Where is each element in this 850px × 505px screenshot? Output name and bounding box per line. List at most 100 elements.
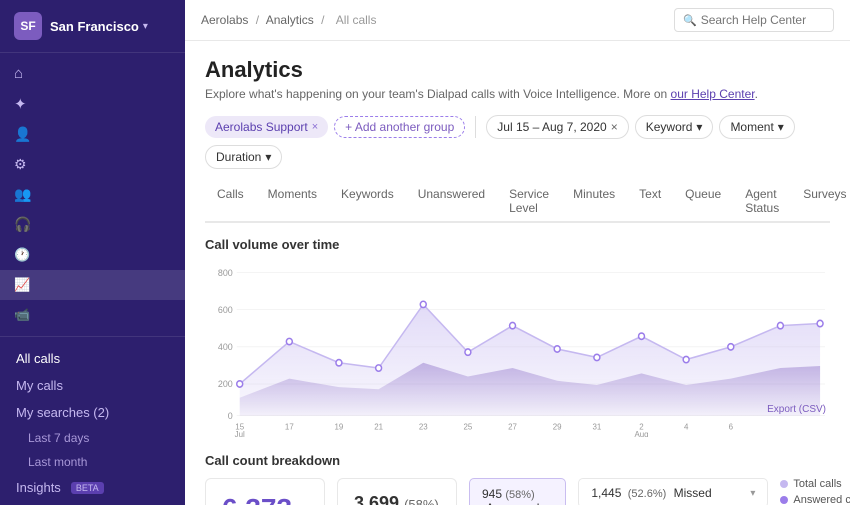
date-range-filter[interactable]: Jul 15 – Aug 7, 2020 × — [486, 115, 628, 139]
chart-dot — [510, 322, 516, 328]
sidebar-item-my-calls[interactable]: My calls — [0, 372, 185, 399]
chart-dot — [465, 349, 471, 355]
legend-dot-total — [780, 480, 788, 488]
tab-unanswered[interactable]: Unanswered — [406, 181, 497, 223]
filter-chip-aerolabs[interactable]: Aerolabs Support × — [205, 116, 328, 138]
breadcrumb-analytics[interactable]: Analytics — [266, 13, 314, 27]
total-calls-card: 6,373 Total Calls — [205, 478, 325, 505]
sidebar-icon-video[interactable]: 📹 — [0, 300, 185, 330]
filter-chip-close[interactable]: × — [312, 121, 318, 133]
sidebar-item-label: All calls — [16, 351, 60, 366]
sidebar-icon-home[interactable]: ⌂ — [0, 59, 185, 89]
answered-item: 945 (58%) Answered — [469, 478, 566, 505]
sidebar-icon-star[interactable]: ✦ — [0, 89, 185, 120]
legend-label-total: Total calls — [793, 478, 841, 490]
sidebar-item-all-calls[interactable]: All calls — [0, 345, 185, 372]
keyword-filter[interactable]: Keyword ▾ — [635, 115, 714, 139]
sidebar-item-insights[interactable]: Insights BETA — [0, 474, 185, 501]
sidebar-icon-group[interactable]: 👥 — [0, 180, 185, 210]
breadcrumb-sep1: / — [256, 13, 259, 27]
svg-text:400: 400 — [218, 342, 233, 352]
svg-text:4: 4 — [684, 422, 689, 431]
chart-dot — [237, 381, 243, 387]
workspace-logo: SF — [14, 12, 42, 40]
svg-text:6: 6 — [729, 422, 734, 431]
answered-number: 945 — [482, 487, 502, 501]
export-button[interactable]: Export (CSV) — [767, 404, 826, 415]
sidebar-nav: All calls My calls My searches (2) Last … — [0, 337, 185, 505]
svg-text:27: 27 — [508, 422, 517, 431]
chart-dot — [286, 338, 292, 344]
workspace-name: San Francisco — [50, 19, 139, 34]
chevron-down-icon: ▾ — [778, 120, 784, 134]
sidebar: SF San Francisco ▾ ⌂ ✦ 👤 ⚙ 👥 🎧 🕐 📈 — [0, 0, 185, 505]
breakdown-title: Call count breakdown — [205, 453, 830, 468]
page-subtitle: Explore what's happening on your team's … — [205, 87, 830, 101]
legend-label-answered: Answered calls — [793, 494, 850, 505]
sidebar-icon-headset[interactable]: 🎧 — [0, 210, 185, 240]
chart-dot — [777, 322, 783, 328]
chevron-down-icon: ▾ — [696, 120, 702, 134]
inbound-number: 3,699 (58%) — [354, 493, 440, 505]
svg-text:23: 23 — [419, 422, 428, 431]
date-close-icon[interactable]: × — [611, 120, 618, 134]
sidebar-icon-person[interactable]: 👤 — [0, 120, 185, 150]
chart-dot — [817, 320, 823, 326]
main-content: Aerolabs / Analytics / All calls 🔍 Analy… — [185, 0, 850, 505]
sidebar-sub-last-month[interactable]: Last month — [0, 450, 185, 474]
chart-dot — [594, 354, 600, 360]
legend-total: Total calls — [780, 478, 850, 490]
sidebar-item-my-searches[interactable]: My searches (2) — [0, 399, 185, 426]
svg-text:17: 17 — [285, 422, 294, 431]
sidebar-sub-last-7-days[interactable]: Last 7 days — [0, 426, 185, 450]
sidebar-icon-clock[interactable]: 🕐 — [0, 240, 185, 270]
chart-dot — [420, 301, 426, 307]
chart-dot — [728, 344, 734, 350]
chart-dot — [554, 346, 560, 352]
tab-queue[interactable]: Queue — [673, 181, 733, 223]
tab-keywords[interactable]: Keywords — [329, 181, 406, 223]
search-icon: 🔍 — [683, 14, 697, 27]
chevron-down-icon: ▾ — [143, 21, 148, 32]
breakdown-row: 6,373 Total Calls 3,699 (58%) Inbound Ca… — [205, 478, 830, 505]
tabs-row: Calls Moments Keywords Unanswered Servic… — [205, 181, 830, 223]
topbar: Aerolabs / Analytics / All calls 🔍 — [185, 0, 850, 41]
breadcrumb-current: All calls — [336, 13, 377, 27]
help-center-link[interactable]: our Help Center — [671, 87, 755, 101]
chart-svg: 800 600 400 200 0 — [205, 262, 830, 437]
missed-item[interactable]: 1,445 (52.6%) Missed ▾ — [578, 478, 768, 505]
chart-dot — [639, 333, 645, 339]
sidebar-item-label: My searches (2) — [16, 405, 109, 420]
svg-text:Jul: Jul — [235, 430, 245, 437]
svg-text:29: 29 — [553, 422, 562, 431]
sidebar-sub-kpi[interactable]: KPI Intelligence — [0, 501, 185, 505]
insights-badge: BETA — [71, 482, 104, 494]
add-group-button[interactable]: + Add another group — [334, 116, 465, 138]
inbound-calls-card: 3,699 (58%) Inbound Calls — [337, 478, 457, 505]
legend-answered: Answered calls — [780, 494, 850, 505]
breadcrumb-aerolabs[interactable]: Aerolabs — [201, 13, 248, 27]
tab-service-level[interactable]: Service Level — [497, 181, 561, 223]
svg-text:19: 19 — [335, 422, 344, 431]
filter-divider — [475, 116, 476, 138]
svg-text:21: 21 — [374, 422, 383, 431]
chevron-down-icon: ▾ — [750, 488, 755, 499]
moment-filter[interactable]: Moment ▾ — [719, 115, 794, 139]
tab-moments[interactable]: Moments — [256, 181, 329, 223]
tab-minutes[interactable]: Minutes — [561, 181, 627, 223]
duration-filter[interactable]: Duration ▾ — [205, 145, 282, 169]
sidebar-icon-settings[interactable]: ⚙ — [0, 150, 185, 180]
tab-surveys[interactable]: Surveys — [791, 181, 850, 223]
chart-legend: Total calls Answered calls Placed calls … — [780, 478, 850, 505]
content-area: Analytics Explore what's happening on yo… — [185, 41, 850, 505]
breadcrumb: Aerolabs / Analytics / All calls — [201, 13, 380, 27]
search-box[interactable]: 🔍 — [674, 8, 834, 32]
workspace-header[interactable]: SF San Francisco ▾ — [0, 0, 185, 53]
svg-text:800: 800 — [218, 268, 233, 278]
sidebar-icon-chart[interactable]: 📈 — [0, 270, 185, 300]
tab-calls[interactable]: Calls — [205, 181, 256, 223]
tab-text[interactable]: Text — [627, 181, 673, 223]
svg-text:600: 600 — [218, 305, 233, 315]
search-input[interactable] — [701, 13, 821, 27]
tab-agent-status[interactable]: Agent Status — [733, 181, 791, 223]
